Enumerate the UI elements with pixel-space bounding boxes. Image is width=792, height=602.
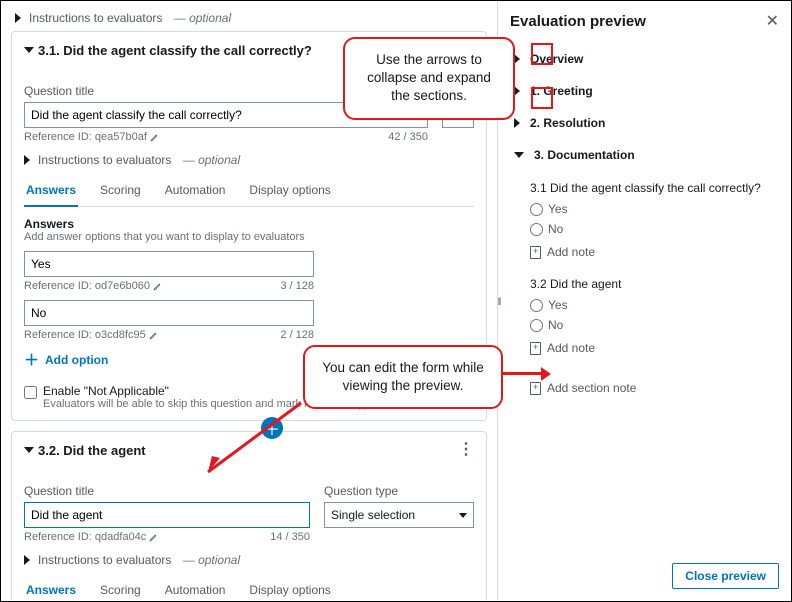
instructions-toggle[interactable]: Instructions to evaluators — optional (24, 153, 474, 167)
note-icon (530, 342, 541, 355)
section-documentation[interactable]: 3. Documentation (510, 139, 779, 171)
tab-display-options[interactable]: Display options (247, 177, 332, 206)
preview-q1-title: 3.1 Did the agent classify the call corr… (510, 177, 779, 199)
instructions-label: Instructions to evaluators (38, 553, 171, 567)
optional-hint: — optional (183, 153, 240, 167)
char-count: 2 / 128 (280, 329, 314, 341)
question-title-label: Question title (24, 484, 310, 498)
annotation-arrow-left (196, 400, 304, 478)
question-title-input[interactable] (24, 502, 310, 528)
close-icon[interactable]: ✕ (766, 11, 779, 31)
annotation-callout-top: Use the arrows to collapse and expand th… (343, 37, 515, 120)
question-header-title: 3.1. Did the agent classify the call cor… (38, 43, 312, 58)
preview-q2-opt-no[interactable]: No (510, 315, 779, 335)
preview-q2-title: 3.2 Did the agent (510, 273, 779, 295)
add-note-q1[interactable]: Add note (510, 239, 779, 265)
tab-scoring[interactable]: Scoring (98, 177, 143, 206)
tab-automation[interactable]: Automation (163, 577, 228, 601)
section-resolution[interactable]: 2. Resolution (510, 107, 779, 139)
tab-automation[interactable]: Automation (163, 177, 228, 206)
preview-q2-opt-yes[interactable]: Yes (510, 295, 779, 315)
instructions-label: Instructions to evaluators (38, 153, 171, 167)
note-icon (530, 246, 541, 259)
reference-id: Reference ID: od7e6b060 (24, 280, 162, 292)
tab-scoring[interactable]: Scoring (98, 577, 143, 601)
pencil-icon[interactable] (149, 331, 158, 340)
tab-display-options[interactable]: Display options (247, 577, 332, 601)
question-header-title: 3.2. Did the agent (38, 443, 146, 458)
reference-id: Reference ID: qea57b0af (24, 131, 159, 143)
instructions-toggle[interactable]: Instructions to evaluators — optional (24, 553, 474, 567)
annotation-callout-bottom: You can edit the form while viewing the … (303, 345, 503, 409)
pencil-icon[interactable] (150, 133, 159, 142)
annotation-highlight-greeting-arrow (531, 87, 553, 109)
annotation-highlight-overview-arrow (531, 43, 553, 65)
char-count: 3 / 128 (280, 280, 314, 292)
chevron-right-icon (514, 118, 520, 128)
reference-id: Reference ID: qdadfa04c (24, 531, 158, 543)
tab-answers[interactable]: Answers (24, 577, 78, 601)
chevron-right-icon (24, 155, 30, 165)
char-count: 42 / 350 (388, 131, 428, 143)
chevron-right-icon (15, 13, 21, 23)
enable-na-checkbox[interactable] (24, 386, 37, 399)
answer-input-2[interactable] (24, 300, 314, 326)
pencil-icon[interactable] (149, 533, 158, 542)
optional-hint: — optional (174, 11, 231, 25)
preview-q1-opt-yes[interactable]: Yes (510, 199, 779, 219)
optional-hint: — optional (183, 553, 240, 567)
app-frame: Instructions to evaluators — optional 3.… (0, 0, 792, 602)
add-option-button[interactable]: ＋Add option (24, 349, 108, 370)
chevron-down-icon (24, 47, 34, 53)
chevron-right-icon (24, 555, 30, 565)
reference-id: Reference ID: o3cd8fc95 (24, 329, 158, 341)
question-tabs: Answers Scoring Automation Display optio… (24, 577, 474, 601)
pane-resize-handle[interactable]: ll (495, 291, 503, 313)
note-icon (530, 382, 541, 395)
char-count: 14 / 350 (270, 531, 310, 543)
preview-title: Evaluation preview (510, 13, 646, 30)
instructions-toggle-top[interactable]: Instructions to evaluators — optional (11, 9, 487, 31)
tab-answers[interactable]: Answers (24, 177, 78, 207)
annotation-arrow-right (503, 372, 543, 375)
chevron-down-icon (24, 447, 34, 453)
question-type-label: Question type (324, 484, 474, 498)
add-note-q2[interactable]: Add note (510, 335, 779, 361)
question-tabs: Answers Scoring Automation Display optio… (24, 177, 474, 207)
caret-down-icon (459, 513, 467, 518)
chevron-down-icon (514, 152, 524, 158)
question-menu-icon[interactable]: ⋮ (458, 442, 474, 458)
pencil-icon[interactable] (153, 282, 162, 291)
question-type-select[interactable]: Single selection (324, 502, 474, 528)
close-preview-button[interactable]: Close preview (672, 563, 779, 589)
answers-subtitle: Add answer options that you want to disp… (24, 231, 474, 243)
preview-q1-opt-no[interactable]: No (510, 219, 779, 239)
instructions-label: Instructions to evaluators (29, 11, 162, 25)
answers-title: Answers (24, 217, 474, 231)
answer-input-1[interactable] (24, 251, 314, 277)
